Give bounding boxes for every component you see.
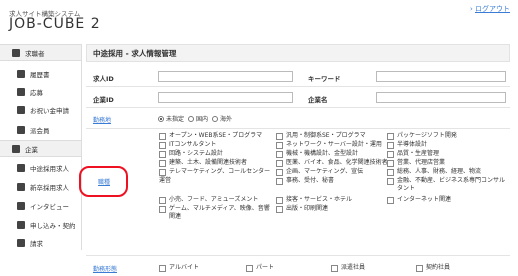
app-header: 求人サイト構築システム JOB-CUBE 2 › ログアウト bbox=[0, 0, 518, 44]
checkbox-occupation[interactable]: 医薬、バイオ、食品、化学関連技術者 bbox=[276, 159, 388, 167]
link-icon bbox=[17, 220, 25, 229]
sidebar-item-interview[interactable]: インタビュー bbox=[0, 197, 81, 214]
people-icon bbox=[17, 182, 25, 191]
radio-location-overseas[interactable]: 海外 bbox=[212, 114, 232, 123]
checkbox-occupation[interactable]: パッケージソフト開発 bbox=[387, 132, 457, 140]
sidebar-item-newgrad-jobs[interactable]: 新卒採用求人 bbox=[0, 178, 81, 195]
checkbox-occupation[interactable]: オープン・WEB系SE・プログラマ bbox=[159, 132, 262, 140]
checkbox-occupation[interactable]: 金融、不動産、ビジネス系専門コンサルタント bbox=[387, 177, 507, 193]
job-id-input[interactable] bbox=[158, 71, 293, 82]
checkbox-employment-parttime[interactable]: パート bbox=[246, 264, 274, 272]
checkbox-employment-parttime-arbeit[interactable]: アルバイト bbox=[159, 264, 199, 272]
sidebar-item-member[interactable]: 派会員 bbox=[0, 121, 81, 138]
sidebar-item-contract[interactable]: 申し込み・契約 bbox=[0, 216, 81, 233]
document-icon bbox=[17, 69, 25, 78]
people-icon bbox=[12, 144, 20, 153]
checkbox-occupation[interactable]: 接客・サービス・ホテル bbox=[276, 196, 352, 204]
money-icon bbox=[17, 105, 25, 114]
main-content: 中途採用 - 求人情報管理 求人ID キーワード 企業ID 企業名 勤務地 未指… bbox=[86, 44, 518, 273]
location-link[interactable]: 勤務地 bbox=[93, 115, 111, 124]
grid-icon bbox=[17, 238, 25, 247]
checkbox-occupation[interactable]: ゲーム、マルチメディア、映像、音響関連 bbox=[159, 205, 271, 221]
checkbox-occupation[interactable]: 小売、フード、アミューズメント bbox=[159, 196, 258, 204]
app-logo: JOB-CUBE 2 bbox=[9, 16, 101, 32]
checkbox-occupation[interactable]: 営業、代理店営業 bbox=[387, 159, 445, 167]
inbox-icon bbox=[17, 87, 25, 96]
company-id-input[interactable] bbox=[158, 92, 293, 103]
person-icon bbox=[17, 125, 25, 134]
radio-location-domestic[interactable]: 国内 bbox=[188, 114, 208, 123]
checkbox-occupation[interactable]: 汎用・制御系SE・プログラマ bbox=[276, 132, 366, 140]
people-icon bbox=[17, 201, 25, 210]
sidebar-item-application[interactable]: 応募 bbox=[0, 83, 81, 100]
checkbox-occupation[interactable]: ITコンサルタント bbox=[159, 141, 216, 149]
checkbox-occupation[interactable]: 建築、土木、設備関連技術者 bbox=[159, 159, 247, 167]
employment-link[interactable]: 勤務形態 bbox=[93, 264, 117, 273]
logout-link[interactable]: › ログアウト bbox=[470, 4, 510, 14]
sidebar: 求職者 履歴書 応募 お祝い金申請 派会員 企業 中途採用求人 新卒採用求人 イ… bbox=[0, 44, 82, 250]
checkbox-occupation[interactable]: 回路・システム設計 bbox=[159, 150, 223, 158]
checkbox-occupation[interactable]: インターネット関連 bbox=[387, 196, 451, 204]
checkbox-occupation[interactable]: 総務、人事、財務、経理、物流 bbox=[387, 168, 481, 176]
company-name-input[interactable] bbox=[376, 92, 506, 103]
row-job-id-keyword: 求人ID キーワード bbox=[86, 67, 510, 87]
sidebar-item-midcareer-jobs[interactable]: 中途採用求人 bbox=[0, 159, 81, 176]
checkbox-occupation[interactable]: 事務、受付、秘書 bbox=[276, 177, 334, 185]
checkbox-occupation[interactable]: 出版・印刷関連 bbox=[276, 205, 328, 213]
checkbox-occupation[interactable]: テレマーケティング、コールセンター bbox=[159, 168, 270, 176]
keyword-input[interactable] bbox=[376, 71, 506, 82]
row-location: 勤務地 未指定 国内 海外 bbox=[86, 108, 510, 129]
sidebar-item-billing[interactable]: 請求 bbox=[0, 234, 81, 251]
sidebar-group-company[interactable]: 企業 bbox=[0, 140, 81, 157]
checkbox-occupation[interactable]: ネットワーク・サーバー設計・運用 bbox=[276, 141, 382, 149]
sidebar-item-bonus[interactable]: お祝い金申請 bbox=[0, 101, 81, 118]
people-icon bbox=[17, 163, 25, 172]
occupation-label-continuation: 運営 bbox=[159, 177, 172, 184]
location-radios: 未指定 国内 海外 bbox=[158, 114, 236, 123]
checkbox-occupation[interactable]: 品質・生産管理 bbox=[387, 150, 439, 158]
highlight-annotation bbox=[79, 166, 128, 197]
row-company: 企業ID 企業名 bbox=[86, 87, 510, 108]
person-icon bbox=[12, 48, 20, 57]
checkbox-occupation[interactable]: 企画、マーケティング、宣伝 bbox=[276, 168, 363, 176]
sidebar-group-jobseeker[interactable]: 求職者 bbox=[0, 44, 81, 61]
radio-location-unspecified[interactable]: 未指定 bbox=[158, 114, 184, 123]
page-title: 中途採用 - 求人情報管理 bbox=[86, 44, 510, 62]
sidebar-item-resume[interactable]: 履歴書 bbox=[0, 65, 81, 82]
checkbox-employment-contract[interactable]: 契約社員 bbox=[416, 264, 450, 272]
checkbox-employment-dispatch[interactable]: 派遣社員 bbox=[331, 264, 365, 272]
checkbox-occupation[interactable]: 機械・機構設計、金型設計 bbox=[276, 150, 358, 158]
checkbox-occupation[interactable]: 半導体設計 bbox=[387, 141, 427, 149]
